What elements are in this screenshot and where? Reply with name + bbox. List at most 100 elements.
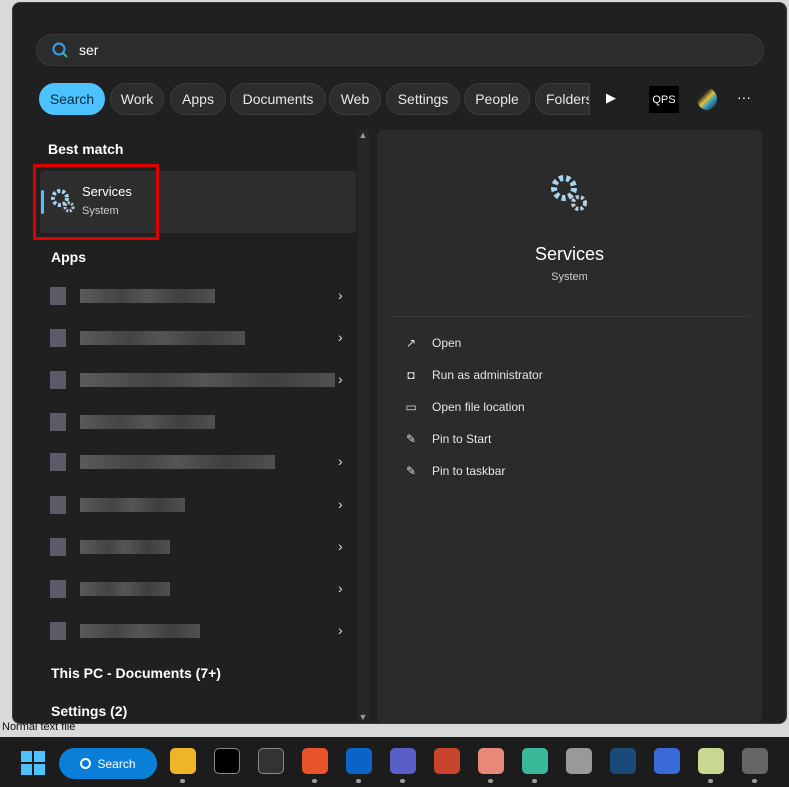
pin-icon: ✎ bbox=[405, 432, 417, 446]
app-name-redacted bbox=[80, 540, 170, 554]
filter-label: Documents bbox=[242, 91, 314, 107]
qps-button[interactable]: QPS bbox=[649, 86, 679, 113]
app-name-redacted bbox=[80, 373, 335, 387]
scroll-down-icon[interactable]: ▼ bbox=[357, 712, 369, 722]
app-icon bbox=[50, 622, 66, 640]
app-name-redacted bbox=[80, 289, 215, 303]
running-indicator bbox=[752, 779, 757, 783]
app-name-redacted bbox=[80, 498, 185, 512]
action-open-file-location[interactable]: ▭ Open file location bbox=[404, 400, 525, 414]
app-result-item[interactable]: › bbox=[40, 530, 356, 566]
chevron-right-icon[interactable]: › bbox=[338, 453, 343, 469]
chevron-right-icon[interactable]: › bbox=[338, 538, 343, 554]
search-icon bbox=[52, 42, 68, 58]
app-result-item[interactable] bbox=[40, 405, 356, 441]
taskbar-app-app-icon[interactable] bbox=[478, 748, 504, 774]
app-result-item[interactable]: › bbox=[40, 614, 356, 650]
filter-label: Folders bbox=[546, 91, 590, 107]
app-icon bbox=[50, 496, 66, 514]
action-label: Pin to taskbar bbox=[432, 464, 506, 478]
apps-header: Apps bbox=[51, 249, 86, 265]
app-result-item[interactable]: › bbox=[40, 488, 356, 524]
app-name-redacted bbox=[80, 582, 170, 596]
filter-settings[interactable]: Settings bbox=[386, 83, 460, 115]
filter-label: People bbox=[475, 91, 519, 107]
filter-label: Settings bbox=[397, 91, 449, 107]
scroll-up-icon[interactable]: ▲ bbox=[357, 130, 369, 140]
running-indicator bbox=[708, 779, 713, 783]
running-indicator bbox=[488, 779, 493, 783]
app-icon bbox=[50, 580, 66, 598]
app-name-redacted bbox=[80, 455, 275, 469]
running-indicator bbox=[400, 779, 405, 783]
app-result-item[interactable]: › bbox=[40, 445, 356, 481]
filter-label: Work bbox=[120, 91, 154, 107]
chevron-right-icon[interactable]: › bbox=[338, 580, 343, 596]
settings-header[interactable]: Settings (2) bbox=[51, 703, 127, 719]
chevron-right-icon[interactable]: › bbox=[338, 622, 343, 638]
scroll-filters-button[interactable]: ▶ bbox=[606, 90, 616, 106]
search-icon bbox=[80, 758, 92, 769]
taskbar-app-app-icon[interactable] bbox=[566, 748, 592, 774]
taskbar-app-app-icon[interactable] bbox=[522, 748, 548, 774]
filter-work[interactable]: Work bbox=[110, 83, 164, 115]
taskbar-app-remote-desktop-icon[interactable] bbox=[654, 748, 680, 774]
chevron-right-icon[interactable]: › bbox=[338, 496, 343, 512]
scrollbar[interactable]: ▲ ▼ bbox=[357, 130, 369, 722]
search-input[interactable]: ser bbox=[36, 34, 764, 66]
taskbar-app-app-icon[interactable] bbox=[610, 748, 636, 774]
app-result-item[interactable]: › bbox=[40, 321, 356, 357]
filter-folders[interactable]: Folders bbox=[535, 83, 590, 115]
taskbar-app-file-explorer-icon[interactable] bbox=[170, 748, 196, 774]
app-result-item[interactable]: › bbox=[40, 363, 356, 399]
running-indicator bbox=[356, 779, 361, 783]
taskbar-search-button[interactable]: Search bbox=[59, 748, 157, 779]
action-pin-to-start[interactable]: ✎ Pin to Start bbox=[404, 432, 491, 446]
chevron-right-icon[interactable]: › bbox=[338, 371, 343, 387]
best-match-header: Best match bbox=[48, 141, 124, 157]
taskbar-app-command-prompt-icon[interactable] bbox=[214, 748, 240, 774]
filter-label: Apps bbox=[182, 91, 214, 107]
action-open[interactable]: ↗ Open bbox=[404, 336, 461, 350]
app-icon bbox=[50, 413, 66, 431]
taskbar-app-outlook-icon[interactable] bbox=[346, 748, 372, 774]
app-icon bbox=[50, 538, 66, 556]
app-result-item[interactable]: › bbox=[40, 572, 356, 608]
open-external-icon: ↗ bbox=[405, 336, 417, 350]
taskbar-app-firefox-icon[interactable] bbox=[302, 748, 328, 774]
app-result-item[interactable]: › bbox=[40, 279, 356, 315]
running-indicator bbox=[532, 779, 537, 783]
app-name-redacted bbox=[80, 415, 215, 429]
filter-people[interactable]: People bbox=[464, 83, 530, 115]
taskbar-app-terminal-icon[interactable] bbox=[258, 748, 284, 774]
detail-pane bbox=[377, 130, 762, 723]
action-label: Open file location bbox=[432, 400, 525, 414]
app-name-redacted bbox=[80, 624, 200, 638]
filter-label: Search bbox=[49, 91, 95, 107]
avatar[interactable] bbox=[697, 88, 717, 110]
running-indicator bbox=[180, 779, 185, 783]
chevron-right-icon[interactable]: › bbox=[338, 287, 343, 303]
running-indicator bbox=[312, 779, 317, 783]
filter-documents[interactable]: Documents bbox=[230, 83, 326, 115]
taskbar-app-database-icon[interactable] bbox=[742, 748, 768, 774]
start-windows-icon[interactable] bbox=[21, 751, 45, 775]
chevron-right-icon[interactable]: › bbox=[338, 329, 343, 345]
action-label: Open bbox=[432, 336, 462, 350]
search-query[interactable]: ser bbox=[79, 42, 98, 58]
filter-web[interactable]: Web bbox=[329, 83, 381, 115]
filter-label: Web bbox=[340, 91, 370, 107]
more-options-button[interactable]: ··· bbox=[737, 89, 751, 105]
taskbar-search-label: Search bbox=[97, 756, 136, 771]
taskbar-app-powerpoint-icon[interactable] bbox=[434, 748, 460, 774]
taskbar-app-teams-icon[interactable] bbox=[390, 748, 416, 774]
highlight-box bbox=[33, 164, 159, 240]
filter-search[interactable]: Search bbox=[39, 83, 105, 115]
detail-subtitle: System bbox=[551, 271, 588, 283]
documents-header[interactable]: This PC - Documents (7+) bbox=[51, 665, 221, 681]
action-pin-to-taskbar[interactable]: ✎ Pin to taskbar bbox=[404, 464, 505, 478]
app-name-redacted bbox=[80, 331, 245, 345]
filter-apps[interactable]: Apps bbox=[170, 83, 226, 115]
taskbar-app-notepad++-icon[interactable] bbox=[698, 748, 724, 774]
action-run-as-administrator[interactable]: ◘ Run as administrator bbox=[404, 368, 542, 382]
